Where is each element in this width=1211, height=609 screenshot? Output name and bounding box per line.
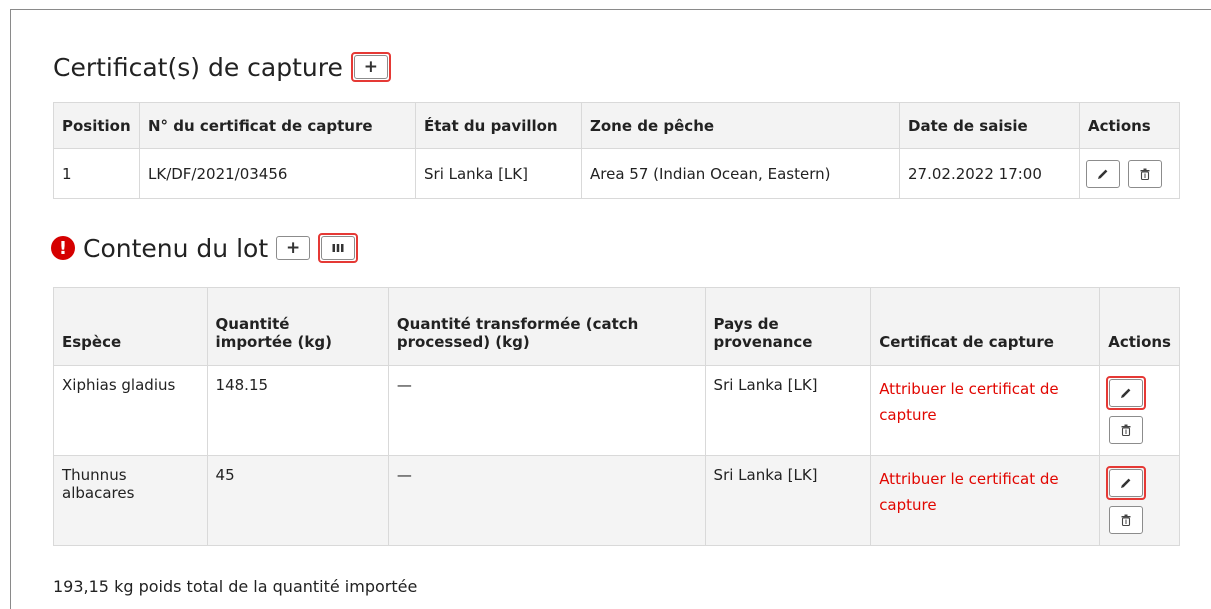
country-cell: Sri Lanka [LK] [704, 365, 872, 456]
flag-state-cell: Sri Lanka [LK] [415, 148, 582, 199]
table-row: 1 LK/DF/2021/03456 Sri Lanka [LK] Area 5… [53, 148, 1180, 199]
delete-item-button[interactable] [1109, 506, 1144, 534]
species-text: Thunnus [62, 466, 127, 484]
header-label: importée (kg) [215, 333, 332, 351]
columns-icon [332, 244, 344, 252]
link-text: Attribuer le certificat de [879, 470, 1059, 488]
lot-content-heading: ! Contenu du lot + [51, 233, 359, 263]
column-header: Actions [1079, 102, 1180, 149]
plus-icon: + [286, 238, 301, 258]
entry-date-cell: 27.02.2022 17:00 [899, 148, 1080, 199]
table-header-row: Espèce Quantité importée (kg) Quantité t… [53, 287, 1180, 366]
header-label: Quantité transformée (catch [396, 315, 639, 333]
column-header: N° du certificat de capture [139, 102, 416, 149]
link-text: capture [879, 406, 937, 424]
pencil-icon [1121, 388, 1131, 398]
edit-item-button[interactable] [1109, 379, 1144, 407]
header-label: Espèce [62, 333, 122, 351]
edit-certificate-button[interactable] [1086, 159, 1120, 188]
position-cell: 1 [53, 148, 140, 199]
assign-certificate-link[interactable]: Attribuer le certificat de capture [870, 455, 1101, 546]
add-certificate-button[interactable]: + [353, 55, 388, 79]
lot-content-table: Espèce Quantité importée (kg) Quantité t… [53, 287, 1180, 546]
certificate-number-cell: LK/DF/2021/03456 [139, 148, 416, 199]
actions-cell [1099, 365, 1180, 456]
lot-content-title: Contenu du lot [83, 233, 269, 263]
column-header: Zone de pêche [581, 102, 900, 149]
fishing-zone-cell: Area 57 (Indian Ocean, Eastern) [581, 148, 900, 199]
add-lot-item-button[interactable]: + [276, 236, 311, 260]
exclamation-icon: ! [51, 236, 75, 260]
actions-cell [1099, 455, 1180, 546]
header-label: Pays de [713, 315, 779, 333]
column-header: Date de saisie [899, 102, 1080, 149]
header-label: Certificat de capture [879, 333, 1054, 351]
processed-quantity-cell: — [387, 365, 706, 456]
trash-icon [1140, 168, 1150, 180]
species-cell: Thunnus albacares [53, 455, 208, 546]
processed-quantity-cell: — [387, 455, 706, 546]
assign-certificate-link[interactable]: Attribuer le certificat de capture [870, 365, 1101, 456]
column-header-processed: Quantité transformée (catch processed) (… [387, 287, 706, 366]
column-settings-button[interactable] [321, 236, 356, 260]
catch-certificates-title: Certificat(s) de capture [53, 52, 343, 82]
catch-certificates-table: Position N° du certificat de capture Éta… [53, 102, 1180, 199]
table-row: Thunnus albacares 45 — Sri Lanka [LK] At… [53, 455, 1180, 546]
delete-item-button[interactable] [1109, 416, 1144, 444]
pencil-icon [1121, 478, 1131, 488]
edit-highlight [1106, 466, 1147, 500]
trash-icon [1121, 424, 1131, 436]
actions-group [1106, 376, 1173, 444]
pencil-icon [1098, 169, 1108, 179]
column-header-country: Pays de provenance [704, 287, 872, 366]
link-text: Attribuer le certificat de [879, 380, 1059, 398]
column-header-actions: Actions [1099, 287, 1180, 366]
country-cell: Sri Lanka [LK] [704, 455, 872, 546]
header-label: processed) (kg) [396, 333, 530, 351]
column-header: Position [53, 102, 140, 149]
species-text: albacares [62, 484, 135, 502]
trash-icon [1121, 514, 1131, 526]
quantity-cell: 148.15 [206, 365, 389, 456]
actions-cell [1079, 148, 1180, 199]
quantity-cell: 45 [206, 455, 389, 546]
column-header: État du pavillon [415, 102, 582, 149]
plus-icon: + [363, 57, 378, 77]
link-text: capture [879, 496, 937, 514]
column-header-certificate: Certificat de capture [870, 287, 1101, 366]
species-cell: Xiphias gladius [53, 365, 208, 456]
catch-certificates-heading: Certificat(s) de capture + [53, 52, 391, 82]
actions-group [1086, 159, 1173, 188]
total-weight-text: 193,15 kg poids total de la quantité imp… [53, 577, 418, 596]
columns-button-highlight [318, 233, 359, 263]
header-label: Actions [1108, 333, 1171, 351]
header-label: provenance [713, 333, 813, 351]
delete-certificate-button[interactable] [1128, 159, 1162, 188]
actions-group [1106, 466, 1173, 534]
column-header-quantity: Quantité importée (kg) [206, 287, 389, 366]
header-label: Quantité [215, 315, 290, 333]
edit-item-button[interactable] [1109, 469, 1144, 497]
add-certificate-highlight: + [350, 52, 391, 82]
table-header-row: Position N° du certificat de capture Éta… [53, 102, 1180, 149]
edit-highlight [1106, 376, 1147, 410]
page-frame: Certificat(s) de capture + Position N° d… [10, 9, 1211, 609]
column-header-species: Espèce [53, 287, 208, 366]
table-row: Xiphias gladius 148.15 — Sri Lanka [LK] … [53, 365, 1180, 456]
